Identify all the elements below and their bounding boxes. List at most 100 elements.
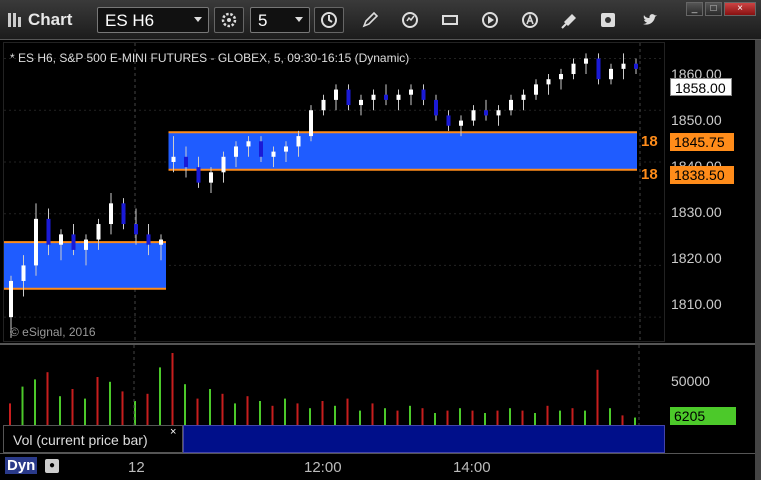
- symbol-combo[interactable]: ES H6: [97, 7, 209, 33]
- candle-body: [121, 203, 126, 225]
- candle-body: [434, 99, 438, 116]
- candle-body: [446, 115, 451, 126]
- zone-upper-price-tag: 1845.75: [670, 133, 734, 151]
- zone-lower-count: 18: [641, 166, 658, 183]
- candle-body: [71, 234, 76, 250]
- candle-body: [584, 58, 588, 64]
- title-bar: Chart ES H6 5 _ □ ×: [0, 0, 761, 40]
- alert-icon[interactable]: [520, 10, 540, 30]
- candle-body: [509, 99, 513, 111]
- chart-app-icon: [8, 13, 24, 27]
- candle-body: [209, 172, 213, 183]
- candle-body: [284, 146, 288, 152]
- candle-body: [146, 234, 151, 245]
- candle-body: [84, 239, 88, 250]
- candle-body: [409, 89, 413, 95]
- gear-icon: [221, 12, 237, 28]
- time-label: 12:00: [304, 459, 342, 476]
- candle-body: [609, 68, 613, 80]
- candle-body: [421, 89, 426, 100]
- clock-button[interactable]: [314, 7, 344, 33]
- price-plot: [4, 43, 666, 343]
- price-tick-label: 1820.00: [671, 250, 722, 266]
- supply-demand-zone: [168, 132, 637, 170]
- pencil-icon[interactable]: [360, 10, 380, 30]
- candle-body: [46, 218, 51, 245]
- trade-icon[interactable]: [560, 10, 580, 30]
- window-right-border: [755, 40, 761, 480]
- candle-body: [234, 146, 238, 157]
- symbol-value: ES H6: [105, 11, 155, 30]
- candle-body: [496, 110, 501, 116]
- candle-body: [159, 239, 163, 245]
- candle-body: [59, 234, 63, 245]
- twitter-icon[interactable]: [640, 10, 660, 30]
- candle-body: [171, 156, 176, 162]
- candle-body: [346, 89, 351, 106]
- candle-body: [396, 94, 401, 100]
- candle-body: [296, 136, 301, 147]
- price-chart-pane[interactable]: * ES H6, S&P 500 E-MINI FUTURES - GLOBEX…: [3, 42, 666, 343]
- interval-combo[interactable]: 5: [250, 7, 310, 33]
- copyright-text: © eSignal, 2016: [10, 325, 96, 339]
- candle-body: [534, 84, 538, 95]
- candle-body: [321, 99, 326, 111]
- volume-scale[interactable]: 50000 6205: [665, 345, 755, 453]
- candle-body: [21, 265, 26, 281]
- window-title: Chart: [28, 10, 73, 29]
- candle-body: [246, 141, 251, 147]
- chart-title: * ES H6, S&P 500 E-MINI FUTURES - GLOBEX…: [10, 51, 410, 65]
- candle-body: [634, 63, 638, 69]
- candle-body: [384, 94, 388, 100]
- volume-legend-close-icon[interactable]: ×: [170, 426, 176, 438]
- volume-last-tag: 6205: [670, 407, 736, 425]
- chevron-down-icon[interactable]: [295, 17, 303, 22]
- candle-body: [221, 156, 226, 173]
- candle-body: [484, 110, 488, 116]
- candle-body: [521, 94, 526, 100]
- candle-body: [96, 224, 101, 240]
- candle-body: [259, 141, 263, 157]
- candle-body: [34, 218, 38, 266]
- volume-legend[interactable]: Vol (current price bar): [3, 425, 183, 453]
- chevron-down-icon[interactable]: [194, 17, 202, 22]
- candle-body: [371, 94, 376, 100]
- candle-body: [9, 280, 13, 318]
- settings-button[interactable]: [214, 7, 244, 33]
- candle-body: [596, 58, 601, 80]
- lock-icon[interactable]: ●: [45, 459, 59, 473]
- price-scale[interactable]: 1860.00 1850.00 1840.00 1830.00 1820.00 …: [665, 42, 755, 342]
- close-button[interactable]: ×: [724, 2, 756, 16]
- candle-body: [334, 89, 338, 100]
- refresh-icon[interactable]: [400, 10, 420, 30]
- maximize-button[interactable]: □: [705, 2, 722, 16]
- candle-body: [546, 79, 551, 85]
- candle-body: [471, 110, 476, 121]
- time-label: 14:00: [453, 459, 491, 476]
- price-tick-label: 1850.00: [671, 112, 722, 128]
- volume-tick-label: 50000: [671, 373, 710, 389]
- last-price-tag: 1858.00: [670, 78, 732, 96]
- get-icon[interactable]: [440, 10, 460, 30]
- candle-body: [134, 224, 138, 235]
- candle-body: [184, 156, 188, 168]
- time-axis[interactable]: Dyn ● 12 12:00 14:00: [0, 453, 755, 480]
- candle-body: [621, 63, 626, 69]
- link-icon[interactable]: [598, 10, 618, 30]
- time-label: 12: [128, 459, 145, 476]
- clock-icon: [321, 12, 337, 28]
- minimize-button[interactable]: _: [686, 2, 703, 16]
- price-tick-label: 1810.00: [671, 296, 722, 312]
- candle-body: [196, 167, 201, 183]
- dynamic-mode-label[interactable]: Dyn: [5, 457, 38, 474]
- volume-info-box: [183, 425, 665, 453]
- zone-upper-count: 18: [641, 133, 658, 150]
- price-tick-label: 1830.00: [671, 204, 722, 220]
- candle-body: [109, 203, 113, 225]
- candle-body: [559, 74, 563, 80]
- candle-body: [309, 110, 313, 137]
- play-icon[interactable]: [480, 10, 500, 30]
- zone-lower-price-tag: 1838.50: [670, 166, 734, 184]
- candle-body: [459, 120, 463, 126]
- interval-value: 5: [258, 11, 268, 30]
